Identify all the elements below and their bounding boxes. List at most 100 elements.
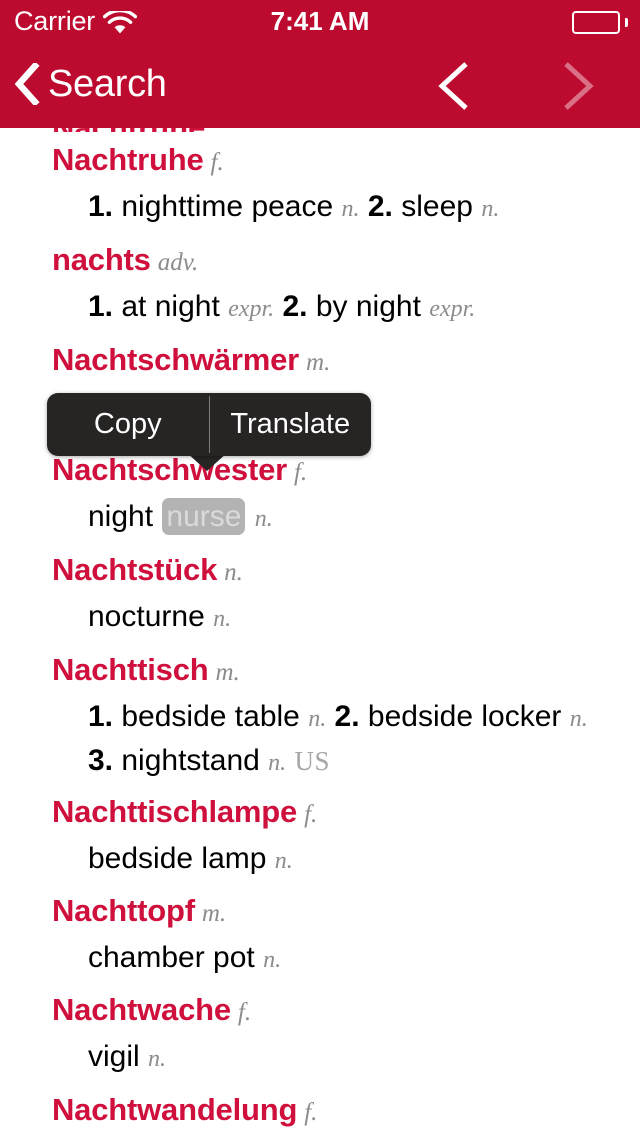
sense-block: bedside lamp n. — [0, 838, 640, 882]
copy-button-label: Copy — [93, 408, 162, 440]
sense-number: 2. — [367, 190, 393, 223]
pos-label: n. — [268, 750, 287, 776]
pos-label: expr. — [228, 296, 275, 322]
entry-nachtstueck[interactable]: Nachtstück n. nocturne n. — [0, 550, 640, 640]
pos-label: n. — [569, 706, 588, 732]
previous-entry-button[interactable] — [424, 60, 486, 112]
sense-text[interactable]: nocturne — [88, 600, 205, 633]
gender-label: f. — [210, 149, 224, 176]
status-time: 7:41 AM — [270, 6, 370, 36]
sense-number: 3. — [88, 744, 114, 777]
headword-line: Nachtwache f. — [0, 990, 640, 1036]
headword: Nachtstück — [52, 552, 218, 587]
headword-line: Nachtwandelung f. — [0, 1090, 640, 1136]
gender-label: f. — [237, 999, 252, 1026]
headword: Nachtwandelung — [52, 1092, 298, 1127]
gender-label: m. — [201, 900, 227, 927]
pos-label: n. — [274, 848, 293, 874]
clipped-headword: Nachtruhe — [52, 128, 205, 132]
headword-line: Nachttischlampe f. — [0, 792, 640, 838]
gender-label: n. — [224, 559, 243, 586]
headword: Nachttisch — [52, 652, 209, 687]
sense-text[interactable]: bedside locker — [368, 700, 561, 733]
entry-nachtschwaermer[interactable]: Nachtschwärmer m. — [0, 340, 640, 386]
entry-nachtwandelung[interactable]: Nachtwandelung f. — [0, 1090, 640, 1136]
sense-block: chamber pot n. — [0, 937, 640, 981]
headword: Nachtschwester — [52, 452, 287, 487]
sense-block: 1. nighttime peace n. 2. sleep n. — [0, 186, 640, 230]
sense-number: 2. — [334, 700, 360, 733]
pos-label: expr. — [429, 296, 476, 322]
headword: Nachttischlampe — [52, 794, 298, 829]
sense-text[interactable]: sleep — [401, 190, 473, 223]
sense-block: vigil n. — [0, 1036, 640, 1080]
entry-nachtwache[interactable]: Nachtwache f. vigil n. — [0, 990, 640, 1080]
back-button-label: Search — [48, 63, 167, 105]
gender-label: m. — [306, 349, 331, 376]
sense-text[interactable]: bedside lamp — [88, 842, 266, 875]
pos-label: n. — [308, 706, 327, 732]
headword-line: Nachttopf m. — [0, 891, 640, 937]
sense-text[interactable]: bedside table — [121, 700, 299, 733]
battery-body — [572, 11, 620, 34]
gender-label: f. — [293, 459, 308, 486]
pos-label: n. — [263, 947, 282, 973]
sense-text[interactable]: at night — [121, 290, 219, 323]
translate-button-label: Translate — [230, 408, 351, 440]
sense-text[interactable]: night — [88, 500, 161, 533]
sense-text[interactable]: nighttime peace — [121, 190, 333, 223]
entry-nachttisch[interactable]: Nachttisch m. 1. bedside table n. 2. beds… — [0, 650, 640, 784]
sense-block: 1. bedside table n. 2. bedside locker n.… — [0, 696, 640, 784]
translate-button[interactable]: Translate — [210, 393, 372, 456]
gender-label: f. — [304, 801, 318, 828]
clipped-entry-top: Nachtruhe — [52, 128, 572, 132]
status-bar: Carrier 7:41 AM — [0, 0, 640, 40]
headword: Nachttopf — [52, 893, 195, 928]
headword-line: Nachtschwärmer m. — [0, 340, 640, 386]
headword: Nachtschwärmer — [52, 342, 300, 377]
sense-text[interactable]: nightstand — [121, 744, 259, 777]
edit-menu-popover[interactable]: Copy Translate — [47, 393, 371, 456]
pos-label: n. — [213, 606, 232, 632]
next-entry-button[interactable] — [546, 60, 608, 112]
headword: nachts — [52, 242, 151, 277]
headword: Nachtwache — [52, 992, 231, 1027]
gender-label: m. — [215, 659, 240, 686]
sense-text[interactable]: chamber pot — [88, 941, 255, 974]
gender-label: f. — [304, 1099, 318, 1126]
sense-number: 1. — [88, 290, 114, 323]
sense-text[interactable]: vigil — [88, 1040, 140, 1073]
chevron-left-icon — [14, 61, 40, 107]
pos-label: n. — [148, 1046, 167, 1072]
headword-line: Nachtruhe f. — [0, 140, 640, 186]
battery-icon — [572, 11, 628, 34]
pos-label: adv. — [157, 249, 199, 276]
dictionary-entry-list[interactable]: Nachtruhe Nachtruhef. 1. nighttime peace… — [0, 128, 640, 1136]
sense-number: 1. — [88, 700, 114, 733]
entry-nachtruhe[interactable]: Nachtruhe f. 1. nighttime peace n. 2. sle… — [0, 140, 640, 230]
sense-block: 1. at night expr. 2. by night expr. — [0, 286, 640, 330]
headword-line: Nachtstück n. — [0, 550, 640, 596]
sense-number: 1. — [88, 190, 114, 223]
menu-divider — [208, 396, 210, 453]
sense-block: nocturne n. — [0, 596, 640, 640]
navigation-bar: Search — [0, 40, 640, 128]
headword: Nachtruhe — [52, 142, 204, 177]
entry-nachtschwester[interactable]: Nachtschwester f. night nurse n. — [0, 450, 640, 540]
pos-label: n. — [341, 196, 360, 222]
headword-line: Nachttisch m. — [0, 650, 640, 696]
entry-nachttopf[interactable]: Nachttopf m. chamber pot n. — [0, 891, 640, 981]
back-button[interactable]: Search — [14, 56, 167, 112]
pos-label: n. — [254, 506, 273, 532]
region-label: US — [294, 746, 331, 776]
sense-block: night nurse n. — [0, 496, 640, 540]
sense-text[interactable]: by night — [316, 290, 421, 323]
entry-nachttischlampe[interactable]: Nachttischlampe f. bedside lamp n. — [0, 792, 640, 882]
copy-button[interactable]: Copy — [47, 393, 209, 456]
sense-number: 2. — [282, 290, 308, 323]
battery-cap — [625, 18, 628, 27]
selected-text[interactable]: nurse — [162, 498, 246, 535]
headword-line: Nachtschwester f. — [0, 450, 640, 496]
entry-nachts[interactable]: nachts adv. 1. at night expr. 2. by night… — [0, 240, 640, 330]
headword-line: nachts adv. — [0, 240, 640, 286]
